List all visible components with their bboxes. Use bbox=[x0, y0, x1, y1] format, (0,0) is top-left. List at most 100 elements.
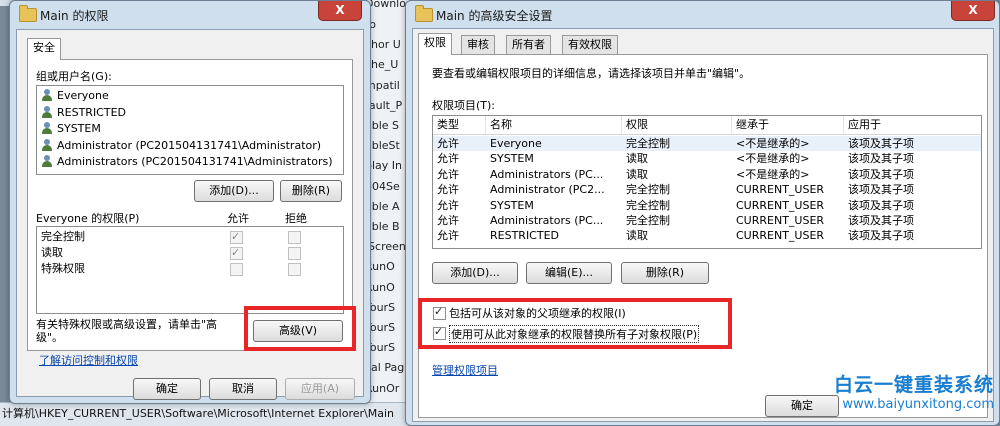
entry-permission: 读取 bbox=[626, 229, 648, 243]
entry-name: SYSTEM bbox=[490, 198, 534, 212]
table-row[interactable]: 允许 Everyone 完全控制 <不是继承的> 该项及其子项 bbox=[433, 136, 981, 151]
permissions-titlebar[interactable]: Main 的权限 X bbox=[10, 1, 370, 28]
close-icon: X bbox=[335, 3, 345, 17]
user-list-item[interactable]: SYSTEM bbox=[41, 121, 101, 137]
user-name: SYSTEM bbox=[57, 122, 101, 135]
deny-checkbox[interactable] bbox=[288, 263, 301, 276]
background-registry-item: lScreen bbox=[365, 240, 406, 254]
tab-owner[interactable]: 所有者 bbox=[506, 35, 551, 54]
permissions-listbox: 完全控制读取特殊权限 bbox=[36, 226, 344, 314]
entry-inherited-from: CURRENT_USER bbox=[736, 198, 825, 212]
entry-permission: 完全控制 bbox=[626, 137, 670, 150]
user-group-icon bbox=[41, 122, 53, 134]
user-name: Administrator (PC201504131741\Administra… bbox=[57, 138, 322, 152]
advanced-ok-button[interactable]: 确定 bbox=[765, 395, 839, 417]
tab-effective-permissions[interactable]: 有效权限 bbox=[562, 35, 618, 54]
entry-apply-to: 该项及其子项 bbox=[848, 137, 914, 150]
group-users-label: 组或用户名(G): bbox=[36, 70, 112, 83]
table-row[interactable]: 允许 Administrator (PC2... 完全控制 CURRENT_USER 该… bbox=[433, 182, 981, 197]
edit-entry-button[interactable]: 编辑(E)... bbox=[526, 262, 612, 284]
ok-button[interactable]: 确定 bbox=[133, 378, 201, 400]
watermark: 白云一键重装系统 www.baiyunxitong.com bbox=[834, 370, 994, 412]
folder-icon bbox=[415, 5, 433, 22]
entry-permission: 读取 bbox=[626, 152, 648, 166]
entry-name: Administrators (PC... bbox=[490, 167, 604, 181]
entry-inherited-from: <不是继承的> bbox=[736, 167, 810, 181]
deny-checkbox[interactable] bbox=[288, 231, 301, 244]
entry-apply-to: 该项及其子项 bbox=[848, 214, 914, 227]
entry-type: 允许 bbox=[437, 198, 459, 212]
allow-checkbox[interactable] bbox=[230, 263, 243, 276]
user-name: RESTRICTED bbox=[57, 105, 127, 119]
folder-icon bbox=[19, 5, 37, 22]
user-group-icon bbox=[41, 105, 53, 118]
column-type[interactable]: 类型 bbox=[433, 116, 486, 134]
tab-security[interactable]: 安全 bbox=[27, 38, 61, 60]
column-apply-to[interactable]: 应用于 bbox=[844, 116, 981, 134]
user-name: Everyone bbox=[57, 89, 109, 102]
user-list-item[interactable]: Administrators (PC201504131741\Administr… bbox=[41, 154, 333, 170]
users-listbox[interactable]: Everyone RESTRICTED SYSTEM Administrator (P… bbox=[36, 85, 344, 175]
entry-apply-to: 该项及其子项 bbox=[848, 152, 914, 166]
deny-checkbox[interactable] bbox=[288, 247, 301, 260]
tab-permissions[interactable]: 权限 bbox=[418, 33, 452, 55]
entry-inherited-from: CURRENT_USER bbox=[736, 183, 825, 197]
column-name[interactable]: 名称 bbox=[486, 116, 622, 134]
entry-permission: 完全控制 bbox=[626, 183, 670, 197]
close-button[interactable]: X bbox=[318, 1, 362, 21]
allow-checkbox[interactable] bbox=[230, 229, 243, 245]
background-status-path: 计算机\HKEY_CURRENT_USER\Software\Microsoft… bbox=[0, 402, 410, 426]
entry-inherited-from: <不是继承的> bbox=[736, 137, 810, 150]
user-list-item[interactable]: Administrator (PC201504131741\Administra… bbox=[41, 138, 321, 154]
permission-entries-label: 权限项目(T): bbox=[432, 99, 496, 112]
remove-user-button[interactable]: 删除(R) bbox=[280, 180, 342, 202]
permissions-title: Main 的权限 bbox=[40, 9, 109, 23]
apply-button[interactable]: 应用(A) bbox=[285, 378, 355, 400]
info-text: 要查看或编辑权限项目的详细信息，请选择该项目并单击"编辑"。 bbox=[432, 67, 751, 80]
tab-auditing[interactable]: 审核 bbox=[461, 35, 495, 54]
entry-apply-to: 该项及其子项 bbox=[848, 198, 914, 212]
table-row[interactable]: 允许 RESTRICTED 读取 CURRENT_USER 该项及其子项 bbox=[433, 228, 981, 243]
allow-header: 允许 bbox=[227, 212, 249, 225]
entry-inherited-from: CURRENT_USER bbox=[736, 214, 825, 227]
add-user-button[interactable]: 添加(D)... bbox=[194, 180, 274, 202]
permission-row: 读取 bbox=[37, 245, 337, 261]
add-entry-button[interactable]: 添加(D)... bbox=[432, 262, 518, 284]
table-row[interactable]: 允许 Administrators (PC... 完全控制 CURRENT_USER 该… bbox=[433, 213, 981, 228]
entry-type: 允许 bbox=[437, 183, 459, 197]
user-list-item[interactable]: Everyone bbox=[41, 88, 109, 104]
user-list-item[interactable]: RESTRICTED bbox=[41, 105, 126, 121]
remove-entry-button[interactable]: 删除(R) bbox=[621, 262, 709, 284]
watermark-title: 白云一键重装系统 bbox=[833, 374, 994, 396]
manage-permission-entries-link[interactable]: 管理权限项目 bbox=[432, 362, 498, 378]
entry-permission: 完全控制 bbox=[626, 214, 670, 227]
entry-name: RESTRICTED bbox=[490, 229, 560, 243]
table-row[interactable]: 允许 SYSTEM 完全控制 CURRENT_USER 该项及其子项 bbox=[433, 198, 981, 213]
special-permissions-note: 有关特殊权限或高级设置，请单击"高级"。 bbox=[36, 318, 218, 344]
deny-header: 拒绝 bbox=[285, 212, 307, 225]
permission-name: 特殊权限 bbox=[41, 262, 85, 275]
entry-permission: 完全控制 bbox=[626, 198, 670, 212]
learn-access-control-link[interactable]: 了解访问控制和权限 bbox=[39, 352, 138, 368]
table-row[interactable]: 允许 Administrators (PC... 读取 <不是继承的> 该项及其子项 bbox=[433, 167, 981, 182]
advanced-title: Main 的高级安全设置 bbox=[436, 9, 553, 23]
column-inherited-from[interactable]: 继承于 bbox=[732, 116, 844, 134]
allow-checkbox[interactable] bbox=[230, 245, 243, 261]
entry-name: Everyone bbox=[490, 137, 542, 150]
permission-name: 读取 bbox=[41, 246, 63, 259]
user-group-icon bbox=[41, 155, 53, 167]
entry-name: SYSTEM bbox=[490, 152, 534, 166]
user-name: Administrators (PC201504131741\Administr… bbox=[57, 155, 333, 168]
column-permission[interactable]: 权限 bbox=[622, 116, 732, 134]
close-button[interactable]: X bbox=[951, 1, 995, 21]
grid-header: 类型 名称 权限 继承于 应用于 bbox=[433, 116, 981, 135]
permission-entries-grid[interactable]: 类型 名称 权限 继承于 应用于 允许 Everyone 完全控制 <不是继承的> 该项… bbox=[432, 115, 982, 249]
table-row[interactable]: 允许 SYSTEM 读取 <不是继承的> 该项及其子项 bbox=[433, 151, 981, 166]
watermark-url: www.baiyunxitong.com bbox=[842, 397, 994, 412]
cancel-button[interactable]: 取消 bbox=[209, 378, 277, 400]
entry-permission: 读取 bbox=[626, 167, 648, 181]
advanced-titlebar[interactable]: Main 的高级安全设置 X bbox=[406, 1, 999, 28]
entry-inherited-from: CURRENT_USER bbox=[736, 229, 825, 243]
entry-type: 允许 bbox=[437, 137, 459, 150]
entry-type: 允许 bbox=[437, 214, 459, 227]
